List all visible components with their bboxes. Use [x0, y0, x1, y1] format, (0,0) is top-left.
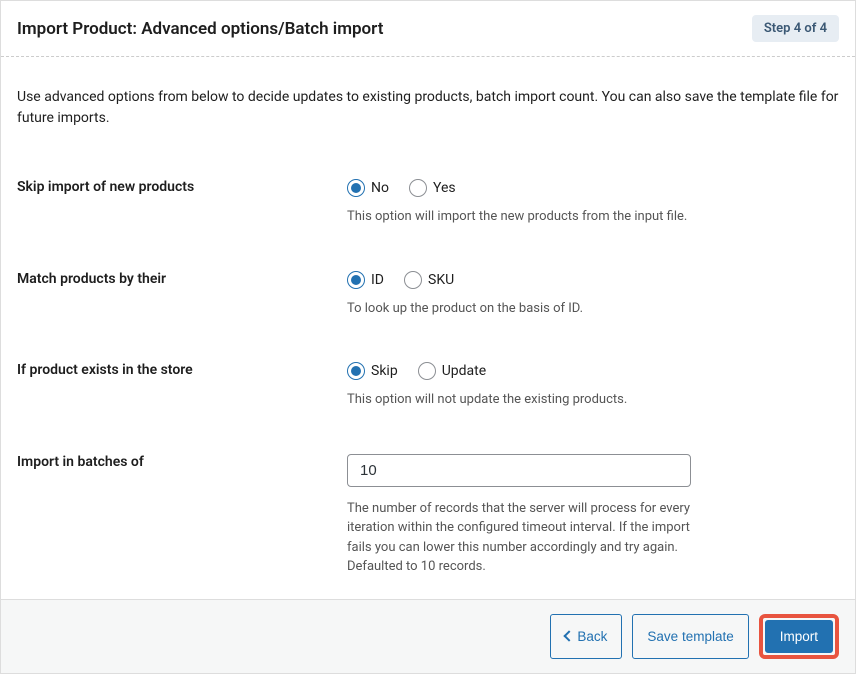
helper-if-exists: This option will not update the existing… — [347, 390, 839, 410]
batch-input[interactable] — [347, 454, 691, 487]
radio-option-yes[interactable]: Yes — [409, 179, 456, 197]
page-title: Import Product: Advanced options/Batch i… — [17, 19, 383, 39]
radio-option-sku[interactable]: SKU — [404, 271, 454, 289]
helper-batch: The number of records that the server wi… — [347, 499, 691, 577]
label-if-exists: If product exists in the store — [17, 362, 347, 378]
radio-option-no[interactable]: No — [347, 179, 389, 197]
row-skip-new: Skip import of new products No Yes This … — [17, 179, 839, 227]
header: Import Product: Advanced options/Batch i… — [1, 1, 855, 57]
label-skip-new: Skip import of new products — [17, 179, 347, 195]
radio-option-id[interactable]: ID — [347, 271, 384, 289]
radio-icon — [409, 179, 427, 197]
radio-group-match-by: ID SKU — [347, 271, 839, 289]
back-button[interactable]: Back — [550, 614, 622, 659]
control-batch: The number of records that the server wi… — [347, 454, 839, 577]
footer: Back Save template Import — [1, 599, 855, 673]
control-if-exists: Skip Update This option will not update … — [347, 362, 839, 410]
import-button-label: Import — [780, 629, 818, 644]
row-if-exists: If product exists in the store Skip Upda… — [17, 362, 839, 410]
label-batch: Import in batches of — [17, 454, 347, 470]
import-wizard-panel: Import Product: Advanced options/Batch i… — [0, 0, 856, 674]
radio-icon — [404, 271, 422, 289]
radio-group-if-exists: Skip Update — [347, 362, 839, 380]
helper-skip-new: This option will import the new products… — [347, 207, 839, 227]
label-match-by: Match products by their — [17, 271, 347, 287]
save-template-label: Save template — [647, 629, 733, 644]
radio-icon — [347, 271, 365, 289]
radio-label: No — [371, 180, 389, 196]
form-body: Use advanced options from below to decid… — [1, 57, 855, 599]
radio-icon — [347, 362, 365, 380]
radio-label: Skip — [371, 363, 398, 379]
back-button-label: Back — [577, 629, 607, 644]
radio-option-update[interactable]: Update — [418, 362, 486, 380]
import-highlight: Import — [759, 614, 839, 659]
intro-text: Use advanced options from below to decid… — [17, 87, 839, 129]
step-badge: Step 4 of 4 — [752, 15, 839, 42]
radio-label: Update — [442, 363, 486, 379]
radio-label: ID — [371, 272, 384, 288]
radio-option-skip[interactable]: Skip — [347, 362, 398, 380]
radio-icon — [347, 179, 365, 197]
chevron-left-icon — [564, 630, 575, 641]
radio-label: SKU — [428, 272, 454, 288]
row-match-by: Match products by their ID SKU To look u… — [17, 271, 839, 319]
row-batch: Import in batches of The number of recor… — [17, 454, 839, 577]
radio-icon — [418, 362, 436, 380]
radio-label: Yes — [433, 180, 456, 196]
helper-match-by: To look up the product on the basis of I… — [347, 299, 839, 319]
control-skip-new: No Yes This option will import the new p… — [347, 179, 839, 227]
control-match-by: ID SKU To look up the product on the bas… — [347, 271, 839, 319]
save-template-button[interactable]: Save template — [632, 614, 748, 659]
import-button[interactable]: Import — [765, 620, 833, 653]
radio-group-skip-new: No Yes — [347, 179, 839, 197]
